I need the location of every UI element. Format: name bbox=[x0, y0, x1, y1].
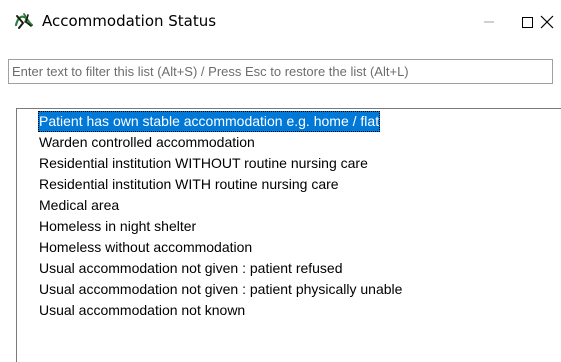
list-item-label: Warden controlled accommodation bbox=[39, 134, 255, 150]
app-icon bbox=[14, 11, 34, 31]
close-icon bbox=[540, 15, 554, 29]
window-title: Accommodation Status bbox=[42, 12, 217, 30]
title-bar[interactable]: Accommodation Status bbox=[0, 0, 561, 44]
list-item[interactable]: Residential institution WITH routine nur… bbox=[38, 174, 403, 195]
filter-box bbox=[8, 59, 553, 84]
list-item-label: Residential institution WITH routine nur… bbox=[39, 176, 339, 192]
filter-input[interactable] bbox=[9, 60, 552, 83]
list-item-label: Homeless without accommodation bbox=[39, 239, 253, 255]
list-item[interactable]: Homeless without accommodation bbox=[38, 237, 403, 258]
list-item-label-selected: Patient has own stable accommodation e.g… bbox=[38, 111, 381, 132]
list-item[interactable]: Usual accommodation not known bbox=[38, 300, 403, 321]
list-item[interactable]: Medical area bbox=[38, 195, 403, 216]
list-item-label: Usual accommodation not given : patient … bbox=[39, 260, 343, 276]
list-item[interactable]: Homeless in night shelter bbox=[38, 216, 403, 237]
maximize-icon bbox=[522, 17, 533, 28]
list-item[interactable]: Warden controlled accommodation bbox=[38, 132, 403, 153]
list-item-label: Usual accommodation not given : patient … bbox=[39, 281, 403, 297]
minimize-icon bbox=[484, 21, 494, 23]
accommodation-list: Patient has own stable accommodation e.g… bbox=[38, 111, 403, 321]
close-button[interactable] bbox=[540, 0, 561, 44]
list-item-label: Usual accommodation not known bbox=[39, 302, 246, 318]
accommodation-listbox[interactable]: Patient has own stable accommodation e.g… bbox=[16, 108, 561, 362]
list-item[interactable]: Residential institution WITHOUT routine … bbox=[38, 153, 403, 174]
list-item[interactable]: Usual accommodation not given : patient … bbox=[38, 279, 403, 300]
list-item[interactable]: Patient has own stable accommodation e.g… bbox=[38, 111, 403, 132]
list-item-label: Homeless in night shelter bbox=[39, 218, 197, 234]
list-item-label: Residential institution WITHOUT routine … bbox=[39, 155, 368, 171]
list-item[interactable]: Usual accommodation not given : patient … bbox=[38, 258, 403, 279]
list-item-label: Medical area bbox=[39, 197, 120, 213]
